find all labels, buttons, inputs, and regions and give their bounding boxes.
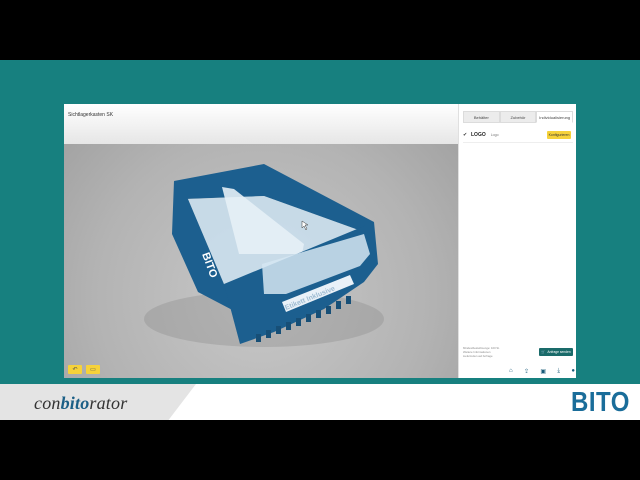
config-value: Logo — [490, 133, 499, 137]
bito-logo: BITO — [571, 386, 630, 418]
configurator-window: Sichtlagerkasten SK BITO Etikett Inklusi… — [64, 104, 576, 378]
undo-icon: ↶ — [72, 367, 78, 373]
order-summary: Mindestbestellmenge: 100 St. Weitere Inf… — [463, 346, 533, 358]
summary-line: Lieferzeiten auf Anfrage — [463, 354, 493, 358]
send-request-button[interactable]: 🛒 Anfrage senden — [539, 348, 573, 356]
camera-button[interactable]: ▭ — [86, 365, 100, 374]
config-label: LOGO — [471, 132, 486, 138]
panel-toolbar: ⌂ ⇪ ▣ ⤓ ● — [509, 366, 575, 376]
check-icon: ✔ — [463, 132, 468, 138]
config-panel: Behälter Zubehör Individualisierung ✔ LO… — [458, 104, 576, 378]
tab-behaelter[interactable]: Behälter — [463, 111, 500, 123]
user-icon[interactable]: ● — [571, 368, 575, 374]
configure-button[interactable]: Konfigurieren — [547, 131, 571, 139]
cart-icon: 🛒 — [541, 350, 546, 354]
save-icon[interactable]: ▣ — [540, 368, 546, 375]
panel-tabs: Behälter Zubehör Individualisierung — [463, 111, 574, 123]
logo-part-rator: rator — [89, 393, 128, 413]
logo-part-bito: bito — [60, 393, 90, 413]
undo-button[interactable]: ↶ — [68, 365, 82, 374]
download-icon[interactable]: ⤓ — [557, 368, 560, 375]
tab-individualisierung[interactable]: Individualisierung — [536, 111, 574, 123]
share-icon[interactable]: ⇪ — [524, 368, 529, 375]
storage-box-render[interactable]: BITO Etikett Inklusive — [64, 104, 458, 378]
logo-part-con: con — [34, 393, 61, 413]
tab-zubehoer[interactable]: Zubehör — [499, 111, 537, 123]
video-frame: Sichtlagerkasten SK BITO Etikett Inklusi… — [0, 0, 640, 480]
home-icon[interactable]: ⌂ — [509, 368, 513, 374]
config-row-logo[interactable]: ✔ LOGO Logo Konfigurieren — [463, 130, 573, 140]
send-request-label: Anfrage senden — [547, 350, 571, 354]
3d-viewport[interactable]: Sichtlagerkasten SK BITO Etikett Inklusi… — [64, 104, 458, 378]
conbitorator-logo: conbitorator — [34, 393, 127, 414]
camera-icon: ▭ — [90, 367, 96, 373]
panel-divider — [463, 142, 573, 143]
